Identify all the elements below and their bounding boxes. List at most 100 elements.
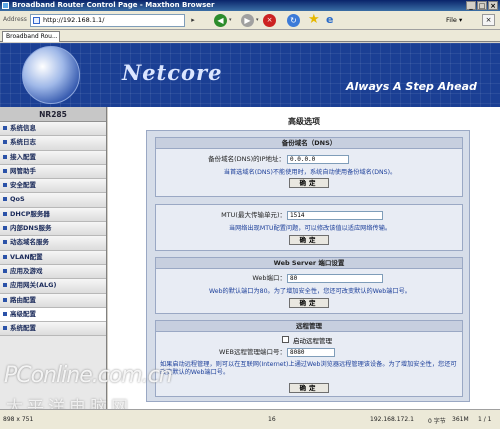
sidebar-item[interactable]: 安全配置 [0,179,106,194]
sidebar-item-label: 系统配置 [10,324,36,333]
remote-mgmt-checkbox[interactable] [282,336,289,343]
header-slogan: Always A Step Ahead [346,80,477,93]
forward-button[interactable]: ▶ [241,14,254,27]
bullet-icon [3,140,7,145]
sidebar-item[interactable]: VLAN配置 [0,250,106,265]
page-title: 高级选项 [288,117,320,126]
remote-mgmt-checkbox-label: 启动远程管理 [293,337,332,345]
remote-port-input[interactable] [287,348,335,357]
favorites-star-icon[interactable]: ★ [308,12,320,27]
tab-strip: Broadband Rou... [0,30,500,42]
ie-core-icon[interactable]: e [326,13,333,26]
sidebar-item-label: 动态域名服务 [10,238,49,247]
sidebar-item-label: VLAN配置 [10,252,43,261]
mtu-note: 当网络出现MTU配置问题，可以修改该值以适应网络传输。 [228,225,392,232]
status-pages: 1 / 1 [478,416,492,423]
bullet-icon [3,297,7,302]
sidebar-item[interactable]: 接入配置 [0,150,106,165]
globe-logo-icon [22,46,80,104]
status-count: 16 [268,416,276,423]
sidebar-item-label: DHCP服务器 [10,209,50,218]
bullet-icon [3,240,7,245]
sidebar-item-label: 内部DNS服务 [10,224,52,233]
remote-port-label: WEB远程管理端口号： [219,348,286,356]
go-arrow-icon[interactable]: ▸ [187,14,199,27]
refresh-button[interactable]: ↻ [287,14,300,27]
mtu-section: MTU(最大传输单元)： 当网络出现MTU配置问题，可以修改该值以适应网络传输。… [155,204,463,251]
sidebar-item-label: QoS [10,195,25,204]
close-tab-button[interactable]: × [482,14,495,26]
status-bar: 898 x 751 16 192.168.172.1 0 字节 361M 1 /… [0,409,500,429]
netcore-logo: Netcore [122,60,223,85]
sidebar-item-label: 高级配置 [10,309,36,318]
sidebar-item[interactable]: 应用网关(ALG) [0,279,106,294]
browser-app-icon [2,2,9,9]
bullet-icon [3,268,7,273]
sidebar-item-label: 接入配置 [10,152,36,161]
status-bytes: 0 字节 [428,418,446,425]
bullet-icon [3,226,7,231]
address-input[interactable]: http://192.168.1.1/ [30,14,185,27]
address-url: http://192.168.1.1/ [43,16,105,24]
sidebar-item[interactable]: 系统信息 [0,122,106,137]
sidebar-item-label: 安全配置 [10,181,36,190]
web-port-note: Web的默认端口为80。为了增加安全性，您还可改变默认的Web端口号。 [209,288,411,295]
dns-row: 备份域名(DNS)的IP地址： [156,155,464,165]
sidebar-item[interactable]: 高级配置 [0,307,106,323]
tab-router-page[interactable]: Broadband Rou... [2,31,60,42]
sidebar-item[interactable]: 动态域名服务 [0,236,106,251]
sidebar-item-label: 系统日志 [10,138,36,147]
bullet-icon [3,254,7,259]
dns-section: 备份域名（DNS） 备份域名(DNS)的IP地址： 当首选域名(DNS)不能使用… [155,137,463,197]
netcore-header-banner: Netcore Always A Step Ahead [0,43,500,107]
sidebar-item[interactable]: DHCP服务器 [0,207,106,223]
status-memory: 361M [452,416,469,423]
watermark-line-1: PConline.com.cn [4,363,173,388]
mtu-row: MTU(最大传输单元)： [156,211,464,221]
sidebar-item-label: 应用网关(ALG) [10,281,57,290]
dns-section-heading: 备份域名（DNS） [156,138,462,149]
bullet-icon [3,326,7,331]
window-controls: _ □ × [466,1,498,10]
bullet-icon [3,283,7,288]
sidebar-item-label: 系统信息 [10,124,36,132]
remote-mgmt-section: 远程管理 启动远程管理 WEB远程管理端口号： 如果启动远程管理，则可以在互联网… [155,320,463,397]
address-label: Address [3,16,27,23]
maximize-button[interactable]: □ [477,1,487,10]
remote-mgmt-ok-button[interactable]: 确定 [289,383,329,393]
file-menu[interactable]: File ▾ [446,16,462,24]
dns-ip-input[interactable] [287,155,349,164]
sidebar-item[interactable]: 内部DNS服务 [0,222,106,237]
sidebar-item[interactable]: 路由配置 [0,293,106,308]
web-port-label: Web端口： [252,274,286,282]
dns-label: 备份域名(DNS)的IP地址： [208,155,285,163]
model-title: NR285 [0,107,106,122]
sidebar-item-label: 路由配置 [10,295,36,304]
address-toolbar: Address http://192.168.1.1/ ▸ ◀ ▾ ▶ ▾ × … [0,11,500,30]
sidebar-item[interactable]: 系统日志 [0,136,106,151]
window-title: Broadband Router Control Page - Maxthon … [12,1,215,9]
page-icon [33,17,40,24]
sidebar-item[interactable]: 网管助手 [0,164,106,180]
minimize-button[interactable]: _ [466,1,476,10]
bullet-icon [3,311,7,316]
mtu-ok-button[interactable]: 确定 [289,235,329,245]
bullet-icon [3,211,7,216]
dns-note: 当首选域名(DNS)不能使用时，系统自动使用备份域名(DNS)。 [223,169,397,176]
forward-dropdown-icon[interactable]: ▾ [256,17,259,23]
back-dropdown-icon[interactable]: ▾ [229,17,232,23]
sidebar-item[interactable]: 系统配置 [0,322,106,337]
web-port-input[interactable] [287,274,383,283]
dns-ok-button[interactable]: 确定 [289,178,329,188]
nav-list: 系统信息系统日志接入配置网管助手 安全配置 QoS DHCP服务器 内部DNS服务 动态域… [0,122,106,337]
sidebar-item[interactable]: 应用及游戏 [0,264,106,280]
status-dimensions: 898 x 751 [3,416,34,423]
sidebar-item[interactable]: QoS [0,193,106,208]
stop-button[interactable]: × [263,14,276,27]
settings-panel: 备份域名（DNS） 备份域名(DNS)的IP地址： 当首选域名(DNS)不能使用… [146,130,470,402]
close-window-button[interactable]: × [488,1,498,10]
status-ip: 192.168.172.1 [370,416,414,423]
back-button[interactable]: ◀ [214,14,227,27]
mtu-input[interactable] [287,211,383,220]
web-port-ok-button[interactable]: 确定 [289,298,329,308]
